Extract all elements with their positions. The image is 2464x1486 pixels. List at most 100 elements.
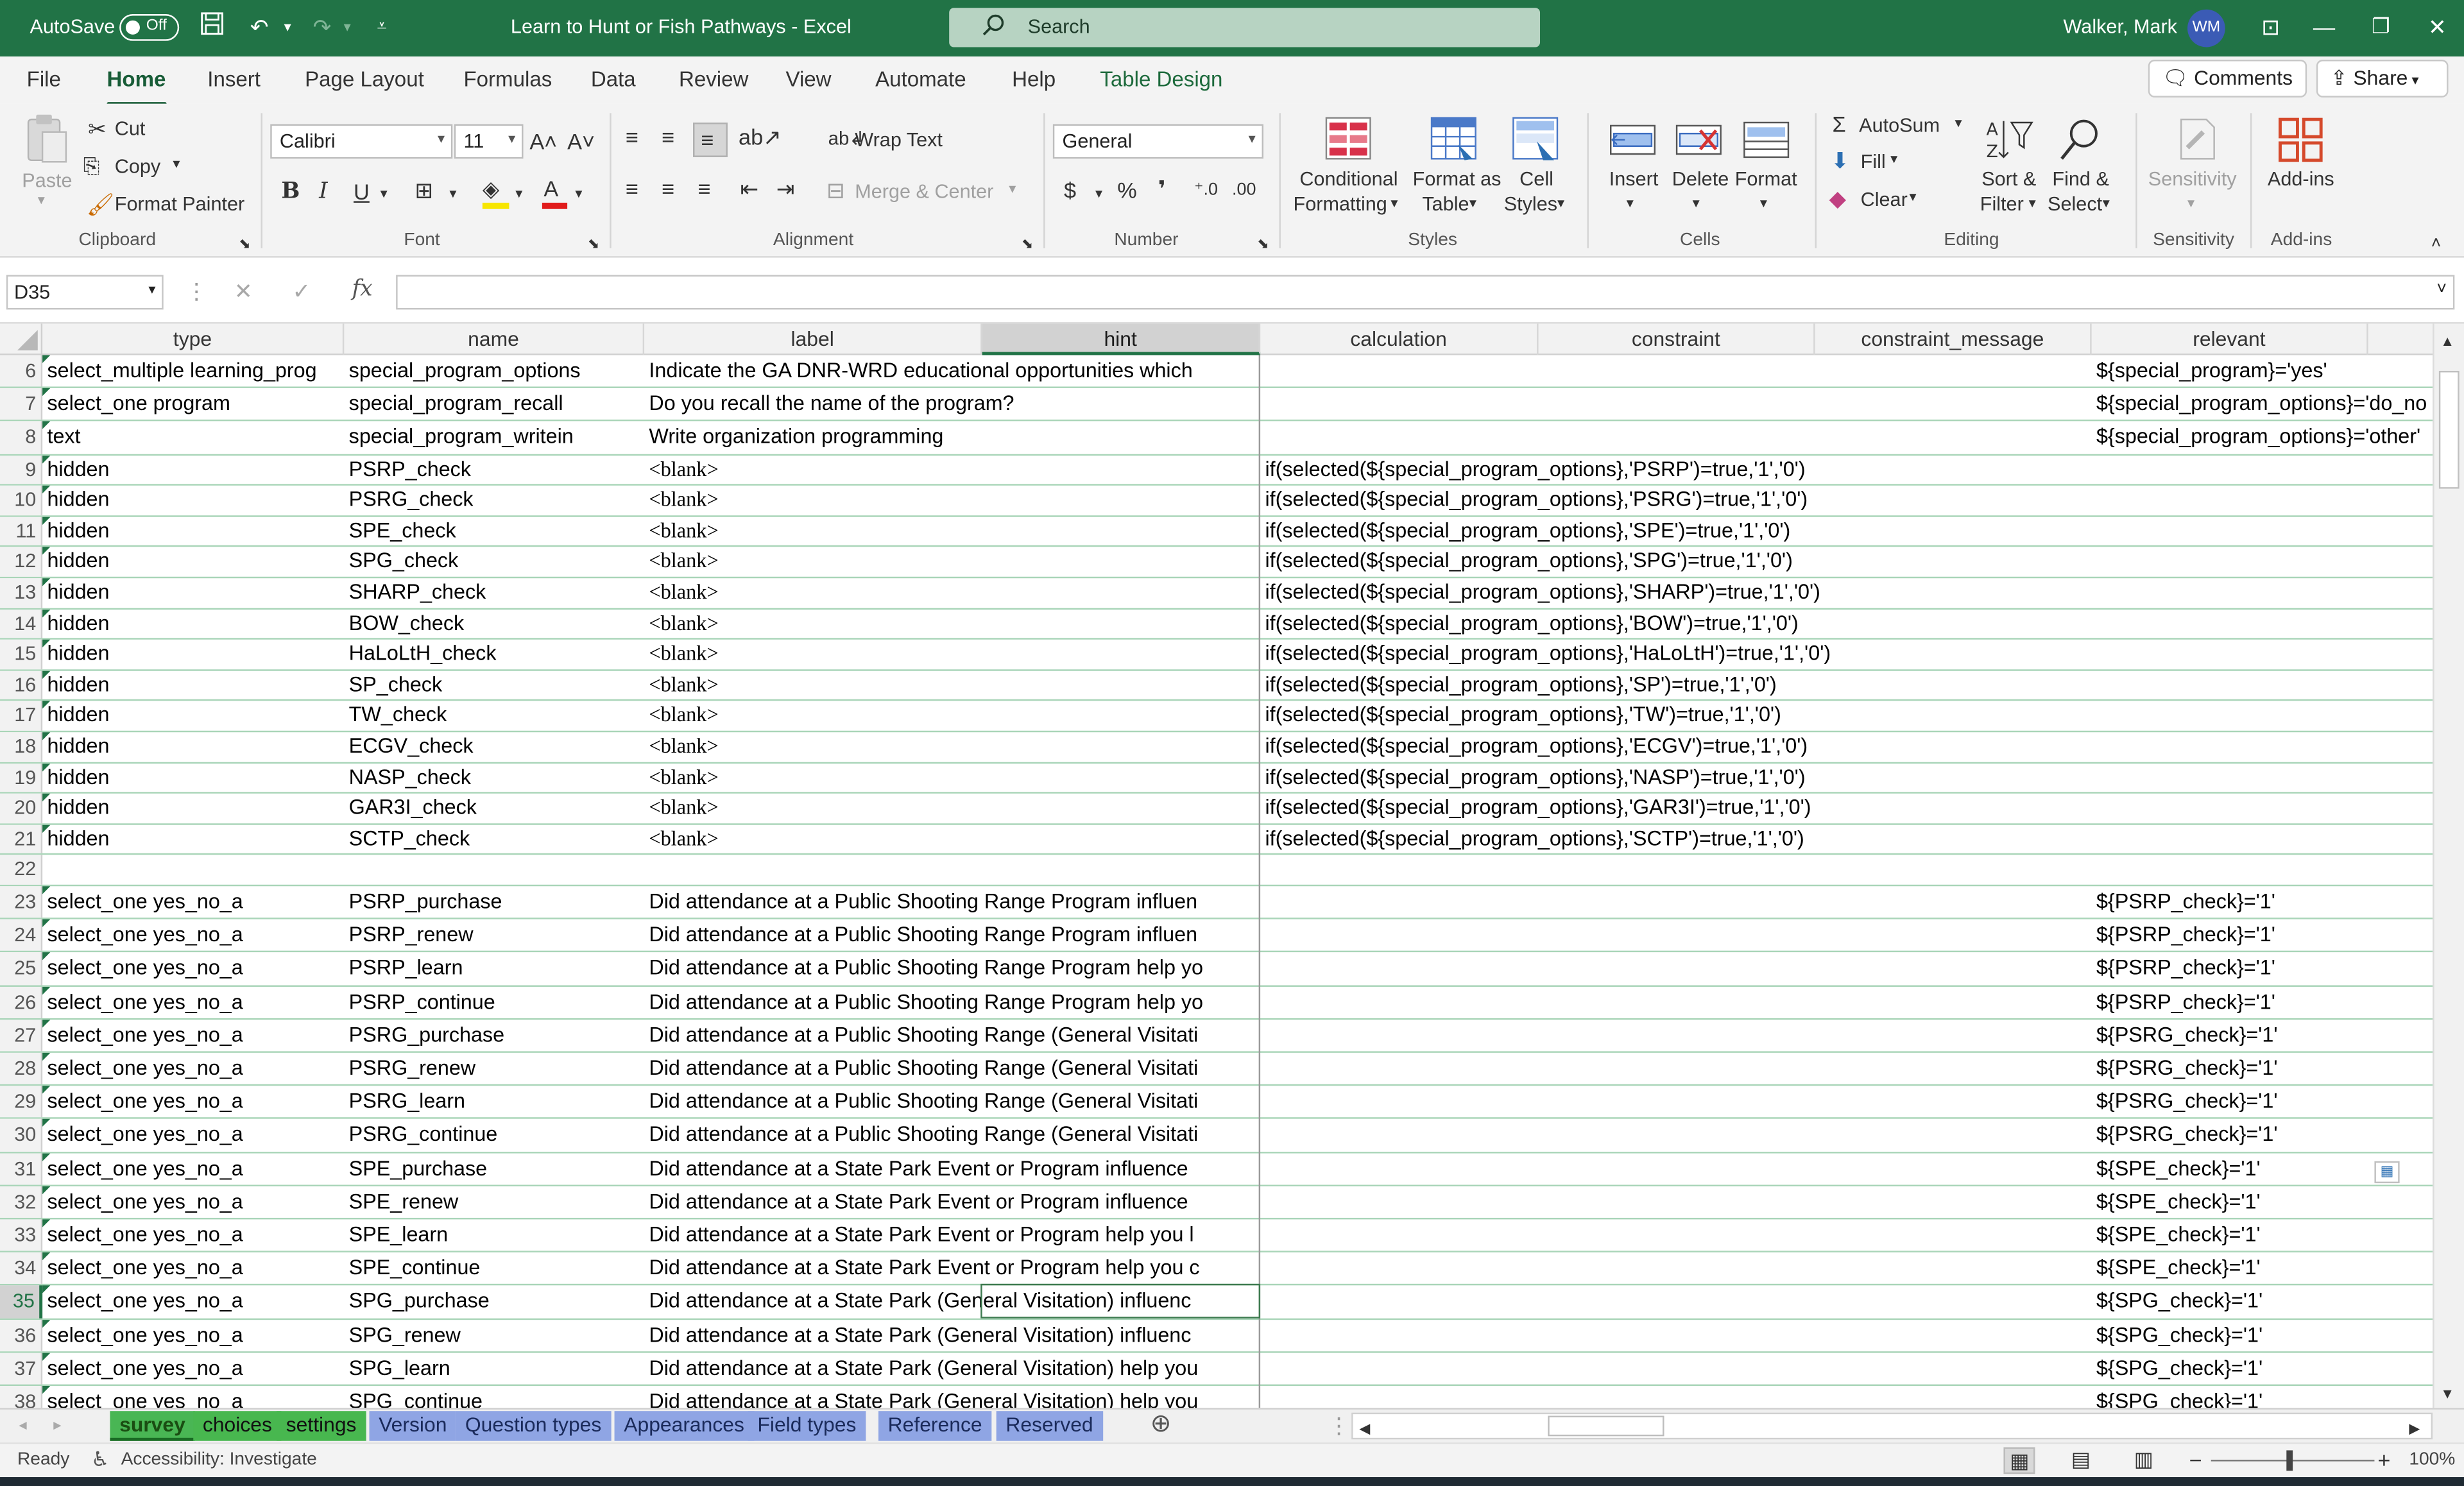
cell-label[interactable]: Did attendance at a Public Shooting Rang…: [644, 1020, 1260, 1051]
cell-relevant[interactable]: ${special_program_options}='do_no: [2092, 388, 2433, 420]
cell-name[interactable]: SHARP_check: [344, 578, 644, 608]
cell-label[interactable]: <blank>: [644, 455, 1260, 484]
cell-name[interactable]: SP_check: [344, 670, 644, 700]
cell-relevant[interactable]: ${SPG_check}='1': [2092, 1353, 2433, 1384]
table-row[interactable]: 21 hidden SCTP_check <blank> if(selected(${s…: [0, 824, 2433, 856]
cell-calculation[interactable]: [1260, 953, 2092, 984]
comments-button[interactable]: 🗨 Comments: [2148, 60, 2307, 98]
name-box[interactable]: D35 ▾: [6, 275, 164, 310]
cell-calculation[interactable]: if(selected(${special_program_options},'…: [1260, 486, 2092, 515]
cell-label[interactable]: [644, 855, 1260, 885]
table-row[interactable]: 33 select_one yes_no_a SPE_learn Did attend…: [0, 1219, 2433, 1253]
cell-styles-label-2[interactable]: Styles: [1504, 193, 1557, 215]
cell-calculation[interactable]: [1260, 1153, 2092, 1184]
cell-name[interactable]: ECGV_check: [344, 732, 644, 762]
zoom-level[interactable]: 100%: [2409, 1450, 2455, 1469]
cell-type[interactable]: hidden: [42, 763, 344, 792]
cell-calculation[interactable]: [1260, 1286, 2092, 1317]
hscroll-right-icon[interactable]: ▶: [2409, 1414, 2420, 1442]
cell-relevant[interactable]: ${PSRG_check}='1': [2092, 1053, 2433, 1084]
number-format-select[interactable]: General ▾: [1052, 124, 1263, 159]
sheet-tab-version[interactable]: Version: [369, 1411, 457, 1441]
table-row[interactable]: 32 select_one yes_no_a SPE_renew Did attend…: [0, 1186, 2433, 1220]
number-launcher-icon[interactable]: ⬊: [1257, 230, 1269, 258]
column-header-calculation[interactable]: calculation: [1260, 323, 1539, 355]
cell-name[interactable]: BOW_check: [344, 609, 644, 638]
cell-type[interactable]: hidden: [42, 486, 344, 515]
cell-type[interactable]: select_one yes_no_a: [42, 1286, 344, 1317]
cell-label[interactable]: Did attendance at a State Park Event or …: [644, 1186, 1260, 1217]
cell-relevant[interactable]: ${PSRG_check}='1': [2092, 1020, 2433, 1051]
row-number[interactable]: 18: [0, 732, 43, 762]
scroll-up-icon[interactable]: ▲: [2440, 327, 2454, 355]
cell-relevant[interactable]: ${special_program_options}='other': [2092, 422, 2433, 453]
cell-type[interactable]: select_one yes_no_a: [42, 1053, 344, 1084]
cell-name[interactable]: GAR3I_check: [344, 794, 644, 823]
worksheet-grid[interactable]: type name label hint calculation constra…: [0, 323, 2433, 1408]
formula-input[interactable]: ˅: [396, 275, 2455, 310]
normal-view-button[interactable]: ▦: [2003, 1447, 2035, 1474]
cell-calculation[interactable]: if(selected(${special_program_options},'…: [1260, 640, 2092, 669]
cancel-icon[interactable]: ✕: [234, 277, 253, 305]
cell-calculation[interactable]: [1260, 1219, 2092, 1251]
table-row[interactable]: 22: [0, 855, 2433, 887]
table-row[interactable]: 16 hidden SP_check <blank> if(selected(${spe…: [0, 670, 2433, 702]
delete-cells-button[interactable]: Delete: [1672, 168, 1729, 190]
clear-button[interactable]: Clear: [1861, 189, 1908, 210]
font-launcher-icon[interactable]: ⬊: [588, 230, 599, 258]
table-row[interactable]: 36 select_one yes_no_a SPG_renew Did attend…: [0, 1319, 2433, 1353]
table-row[interactable]: 35 select_one yes_no_a SPG_purchase Did att…: [0, 1286, 2433, 1320]
font-name-select[interactable]: Calibri ▾: [270, 124, 453, 159]
cell-relevant[interactable]: [2092, 547, 2433, 577]
cell-relevant[interactable]: ${PSRP_check}='1': [2092, 953, 2433, 984]
cut-button[interactable]: Cut: [115, 118, 146, 140]
cell-label[interactable]: Did attendance at a Public Shooting Rang…: [644, 919, 1260, 951]
cell-type[interactable]: select_one yes_no_a: [42, 1252, 344, 1284]
align-bottom-button[interactable]: ≡: [693, 123, 728, 157]
cell-calculation[interactable]: [1260, 1120, 2092, 1151]
paste-label[interactable]: Paste: [22, 169, 72, 191]
conditional-formatting-label-2[interactable]: Formatting: [1294, 193, 1387, 215]
align-center-icon[interactable]: ≡: [662, 175, 674, 203]
cell-relevant[interactable]: ${SPE_check}='1': [2092, 1252, 2433, 1284]
row-number[interactable]: 33: [0, 1219, 43, 1251]
cell-relevant[interactable]: [2092, 855, 2433, 885]
tab-insert[interactable]: Insert: [207, 67, 261, 91]
row-number[interactable]: 11: [0, 517, 43, 546]
row-number[interactable]: 30: [0, 1119, 43, 1152]
cell-label[interactable]: Did attendance at a Public Shooting Rang…: [644, 986, 1260, 1018]
cell-relevant[interactable]: [2092, 670, 2433, 700]
cell-relevant[interactable]: [2092, 486, 2433, 515]
cell-type[interactable]: hidden: [42, 640, 344, 669]
table-row[interactable]: 15 hidden HaLoLtH_check <blank> if(selected(…: [0, 640, 2433, 671]
cell-name[interactable]: PSRP_purchase: [344, 886, 644, 918]
cell-label[interactable]: <blank>: [644, 609, 1260, 638]
column-header-name[interactable]: name: [344, 323, 645, 355]
tab-automate[interactable]: Automate: [875, 67, 966, 91]
fill-dropdown-icon[interactable]: ▾: [515, 179, 522, 207]
page-break-view-icon[interactable]: ▥: [2134, 1446, 2153, 1474]
cell-calculation[interactable]: [1260, 1186, 2092, 1217]
row-number[interactable]: 17: [0, 701, 43, 731]
row-number[interactable]: 10: [0, 486, 43, 515]
cell-name[interactable]: SPG_learn: [344, 1353, 644, 1384]
cell-type[interactable]: select_one yes_no_a: [42, 1319, 344, 1351]
cell-relevant[interactable]: ${SPE_check}='1': [2092, 1219, 2433, 1251]
cell-name[interactable]: special_program_writein: [344, 422, 644, 453]
cell-calculation[interactable]: [1260, 886, 2092, 918]
cell-relevant[interactable]: ${SPG_check}='1': [2092, 1386, 2433, 1408]
cell-type[interactable]: hidden: [42, 732, 344, 762]
tab-home[interactable]: Home: [107, 67, 166, 107]
cell-label[interactable]: Indicate the GA DNR-WRD educational oppo…: [644, 355, 1260, 386]
align-left-icon[interactable]: ≡: [626, 175, 638, 203]
tab-scroll-left-icon[interactable]: ◂: [19, 1413, 26, 1441]
sheet-tab-reserved[interactable]: Reserved: [996, 1411, 1103, 1441]
zoom-out-icon[interactable]: −: [2189, 1446, 2202, 1474]
zoom-thumb[interactable]: [2286, 1450, 2293, 1471]
cell-type[interactable]: hidden: [42, 517, 344, 546]
cell-calculation[interactable]: [1260, 1020, 2092, 1051]
row-number[interactable]: 23: [0, 886, 43, 918]
cell-label[interactable]: Did attendance at a Public Shooting Rang…: [644, 1120, 1260, 1151]
row-number[interactable]: 8: [0, 422, 43, 454]
paste-icon[interactable]: [22, 113, 69, 166]
